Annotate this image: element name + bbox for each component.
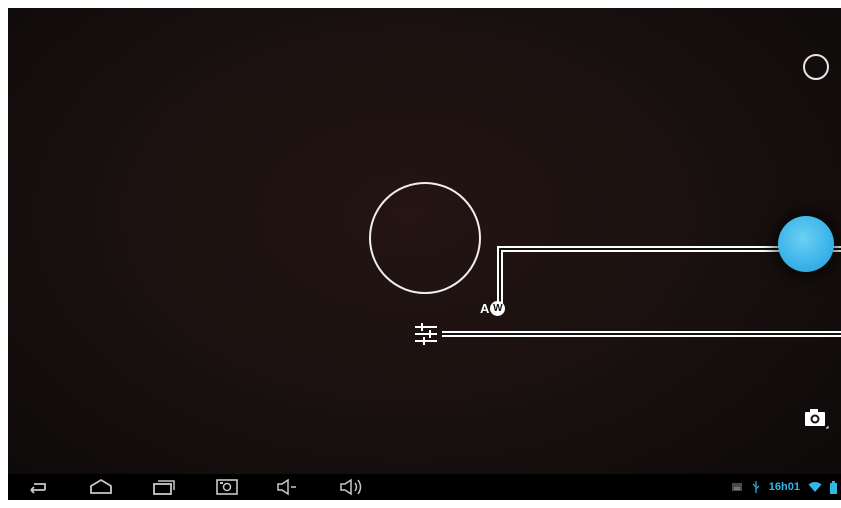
status-area: 16h01	[723, 477, 837, 497]
gallery-icon	[731, 483, 742, 491]
home-icon[interactable]	[87, 477, 115, 497]
screenshot-icon[interactable]	[214, 477, 240, 497]
usb-icon	[752, 481, 760, 493]
system-navigation-bar: 16h01	[8, 474, 841, 500]
status-clock: 16h01	[768, 481, 800, 493]
volume-down-icon[interactable]	[274, 477, 300, 497]
mode-circle-icon[interactable]	[803, 54, 829, 80]
wb-letter-w: W	[490, 300, 506, 316]
focus-ring[interactable]	[369, 182, 481, 294]
shutter-button[interactable]	[778, 216, 834, 272]
recent-apps-icon[interactable]	[149, 477, 177, 497]
white-balance-auto-icon[interactable]: A W	[480, 298, 506, 318]
camera-switch-icon[interactable]	[802, 406, 830, 432]
wb-letter-a: A	[480, 300, 490, 316]
wifi-icon	[808, 482, 822, 492]
back-icon[interactable]	[25, 477, 51, 497]
settings-sliders-icon[interactable]	[412, 321, 440, 347]
battery-icon	[830, 480, 837, 494]
camera-viewfinder[interactable]: A W	[8, 8, 841, 474]
volume-up-icon[interactable]	[337, 477, 367, 497]
tablet-screen: A W 16h01	[8, 8, 841, 500]
